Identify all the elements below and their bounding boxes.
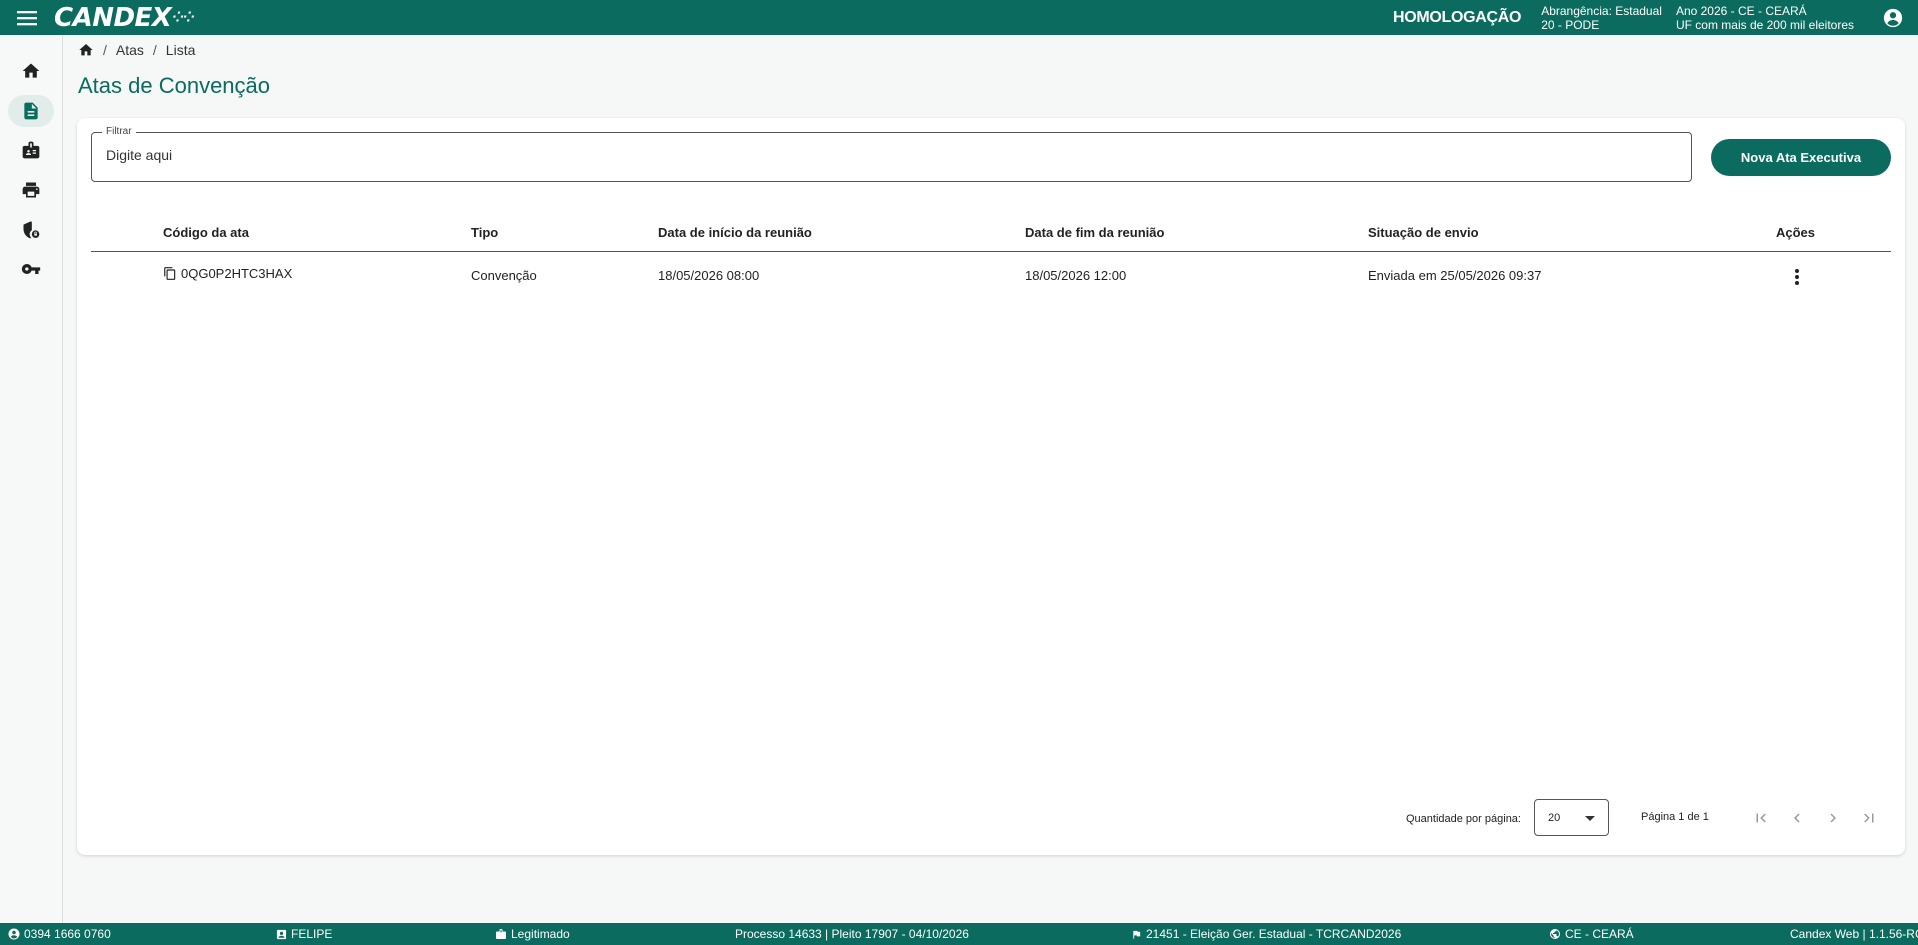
footer-process: Processo 14633 | Pleito 17907 - 04/10/20… [735,927,969,941]
header-start-date[interactable]: Data de início da reunião [658,225,812,240]
footer-phone: 0394 1666 0760 [8,927,111,941]
key-icon [21,264,41,274]
code-cell: 0QG0P2HTC3HAX [163,266,292,281]
page-size-select[interactable]: 20 [1534,799,1609,836]
breadcrumb-separator: / [103,42,107,58]
footer-uf-text: CE - CEARÁ [1565,927,1634,941]
last-page-button[interactable] [1857,806,1881,830]
page-title: Atas de Convenção [78,73,271,98]
new-ata-button[interactable]: Nova Ata Executiva [1711,139,1891,176]
top-app-bar: CANDEX ⁘⁘ HOMOLOGAÇÃO Abrangência: Estadu… [0,0,1918,35]
type-cell: Convenção [471,268,537,283]
copy-button[interactable] [163,266,177,281]
badge-icon [22,141,40,159]
logo-mark: ⁘⁘ [172,9,194,26]
header-end-date[interactable]: Data de fim da reunião [1025,225,1164,240]
atas-table: Código da ata Tipo Data de início da reu… [91,210,1891,300]
page-range-label: Página 1 de 1 [1641,811,1709,823]
footer-election-text: 21451 - Eleição Ger. Estadual - TCRCAND2… [1146,927,1402,941]
nav-access[interactable] [8,253,54,285]
copy-icon [164,267,176,280]
more-vert-icon [1795,269,1799,285]
year-line-2: UF com mais de 200 mil eleitores [1675,17,1854,32]
footer-user: FELIPE [276,927,332,941]
status-bar: 0394 1666 0760 FELIPE Legitimado Process… [0,923,1918,945]
scope-line-1: Abrangência: Estadual [1541,3,1662,18]
footer-user-text: FELIPE [291,927,333,941]
home-icon [79,44,93,56]
previous-page-button[interactable] [1785,806,1809,830]
nav-atas[interactable] [8,95,54,127]
ata-code: 0QG0P2HTC3HAX [181,266,293,281]
nav-candidates[interactable] [8,134,54,166]
nav-home[interactable] [8,55,54,87]
home-icon [22,63,40,78]
end-date-cell: 18/05/2026 12:00 [1025,268,1127,283]
chevron-right-icon [1830,813,1836,823]
status-cell: Enviada em 25/05/2026 09:37 [1368,268,1542,283]
filter-input[interactable] [106,147,1676,163]
footer-phone-text: 0394 1666 0760 [24,927,111,941]
flag-icon [1133,930,1141,939]
account-button[interactable] [1868,0,1918,35]
footer-election: 21451 - Eleição Ger. Estadual - TCRCAND2… [1131,927,1401,941]
header-type[interactable]: Tipo [471,225,498,240]
first-page-icon [1756,813,1766,823]
shield-lock-icon [23,221,40,239]
hamburger-icon [17,10,37,25]
paginator: Quantidade por página: 20 Página 1 de 1 [77,799,1905,837]
footer-role-text: Legitimado [511,927,570,941]
dropdown-arrow-icon [1585,816,1595,821]
printer-icon [22,182,40,198]
next-page-button[interactable] [1821,806,1845,830]
nav-print[interactable] [8,174,54,206]
footer-version: Candex Web | 1.1.56-RC [1790,927,1918,941]
logo-text: CANDEX [54,2,172,33]
header-actions: Ações [1776,225,1816,240]
badge-icon [496,929,506,939]
content-card: Filtrar Nova Ata Executiva Código da ata… [77,118,1905,855]
scope-line-2: 20 - PODE [1541,17,1600,32]
start-date-cell: 18/05/2026 08:00 [658,268,760,283]
menu-button[interactable] [0,0,54,35]
nav-security[interactable] [8,214,54,246]
row-actions-button[interactable] [1785,265,1809,289]
environment-label: HOMOLOGAÇÃO [1392,8,1522,26]
filter-field: Filtrar [91,126,1692,182]
table-header: Código da ata Tipo Data de início da reu… [91,210,1891,252]
filter-label: Filtrar [102,126,136,137]
footer-role: Legitimado [495,927,570,941]
year-info: Ano 2026 - CE - CEARÁ UF com mais de 200… [1676,4,1854,32]
last-page-icon [1864,813,1874,823]
breadcrumb-separator: / [152,42,157,58]
first-page-button[interactable] [1749,806,1773,830]
header-code[interactable]: Código da ata [163,225,249,240]
document-icon [24,102,38,120]
scope-info: Abrangência: Estadual 20 - PODE [1541,4,1662,32]
header-status[interactable]: Situação de envio [1368,225,1479,240]
breadcrumb-lista: Lista [165,42,196,58]
chevron-left-icon [1794,813,1800,823]
account-circle-icon [8,928,20,940]
contact-icon [276,929,287,939]
breadcrumb: / Atas / Lista [78,42,195,58]
account-circle-icon [1883,8,1903,27]
footer-uf: CE - CEARÁ [1549,927,1634,941]
page-size-label: Quantidade por página: [1406,813,1521,825]
breadcrumb-home[interactable] [78,42,94,58]
app-logo[interactable]: CANDEX ⁘⁘ [54,2,195,33]
page-size-value: 20 [1548,811,1561,824]
year-line-1: Ano 2026 - CE - CEARÁ [1675,3,1807,18]
globe-icon [1550,929,1560,939]
breadcrumb-atas[interactable]: Atas [116,42,144,58]
table-row: 0QG0P2HTC3HAX Convenção 18/05/2026 08:00… [91,252,1891,300]
side-navigation [0,35,63,923]
